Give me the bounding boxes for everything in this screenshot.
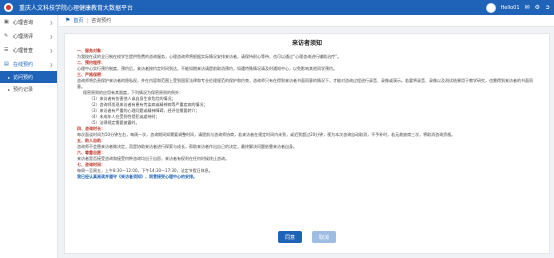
sidebar-item-online-booking[interactable]: ▤ 在线预约 ❯: [0, 57, 57, 71]
home-icon: ⚑: [65, 17, 71, 24]
chevron-right-icon: ❯: [49, 47, 53, 53]
agree-button[interactable]: 同意: [278, 231, 302, 243]
sidebar-item-psych-survey[interactable]: ☰ 心理普查 ❯: [0, 43, 57, 57]
menu-icon: ▣: [4, 19, 9, 25]
bullet-icon: ▸: [8, 86, 11, 92]
sidebar-subitem-label: 访问预约: [13, 74, 34, 81]
sidebar-item-label: 心理普查: [13, 47, 34, 54]
header-actions: Hello01 ✉ ⚙ ➲: [485, 0, 550, 15]
notice-title: 来访者须知: [291, 40, 322, 47]
chevron-right-icon: ❯: [49, 33, 53, 39]
action-buttons: 同意 取消: [65, 231, 549, 243]
breadcrumb: ⚑ 首页 | 咨询预约: [59, 15, 554, 27]
top-header-bar: 重庆人文科技学院心理健康教育大数据平台 Hello01 ✉ ⚙ ➲: [0, 0, 554, 15]
notice-panel: 来访者须知 一、服务对象： 为我校在读的全日制在校学生提供免费的咨询服务，心理咨询…: [64, 33, 550, 254]
sidebar-subitem-booking-records[interactable]: ▸ 预约记录: [0, 83, 57, 95]
user-avatar[interactable]: [485, 2, 496, 13]
notice-agreement-text: 我已经认真阅读并遵守《来访者须知》，同意接受心理中心的安排。: [77, 174, 197, 179]
notice-paragraph: 咨询师将负责保护来访者的隐私权，并在内容和范围上受到国家法律和专业伦理规范的保护…: [77, 78, 533, 89]
sidebar-item-psych-test[interactable]: ✎ 心理测评 ❯: [0, 29, 57, 43]
breadcrumb-home[interactable]: 首页: [73, 17, 83, 24]
breadcrumb-separator: |: [86, 17, 89, 24]
cancel-button[interactable]: 取消: [312, 231, 336, 243]
sidebar: ▣ 心理咨询 ❯ ✎ 心理测评 ❯ ☰ 心理普查 ❯ ▤ 在线预约 ❯ ▸ 访问…: [0, 15, 58, 258]
sidebar-item-label: 心理咨询: [13, 19, 34, 26]
logout-icon[interactable]: ➲: [545, 4, 550, 11]
bullet-icon: ▸: [8, 74, 11, 80]
menu-icon: ✎: [4, 33, 9, 39]
breadcrumb-current: 咨询预约: [91, 18, 112, 24]
sidebar-subitem-visit-booking[interactable]: ▸ 访问预约: [0, 71, 57, 83]
sidebar-item-label: 心理测评: [13, 33, 34, 40]
settings-icon[interactable]: ⚙: [535, 4, 540, 11]
chevron-down-icon: ❯: [49, 61, 53, 67]
user-name[interactable]: Hello01: [501, 5, 520, 11]
notification-icon[interactable]: ✉: [525, 4, 530, 11]
notice-body: 一、服务对象： 为我校在读的全日制在校学生提供免费的咨询服务，心理咨询师将根据实际…: [77, 48, 539, 180]
sidebar-item-psych-consult[interactable]: ▣ 心理咨询 ❯: [0, 15, 57, 29]
menu-icon: ▤: [4, 61, 9, 67]
chevron-right-icon: ❯: [49, 19, 53, 25]
school-logo: [4, 3, 13, 12]
sidebar-item-label: 在线预约: [13, 61, 34, 68]
app-title: 重庆人文科技学院心理健康教育大数据平台: [19, 5, 134, 12]
sidebar-subitem-label: 预约记录: [13, 86, 34, 93]
menu-icon: ☰: [4, 47, 9, 53]
